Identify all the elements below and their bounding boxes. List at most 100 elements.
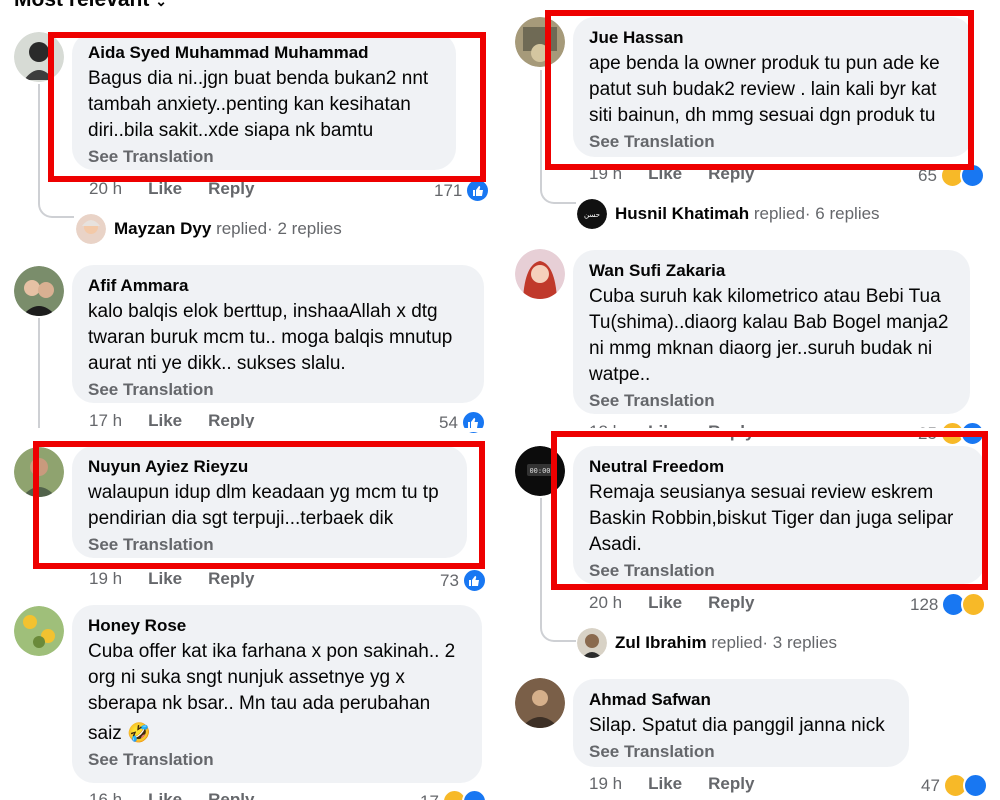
reaction-count: 47	[921, 775, 940, 795]
avatar[interactable]	[14, 606, 64, 656]
comment-text: ape benda la owner produk tu pun ade ke p…	[589, 51, 957, 129]
thread-line	[540, 70, 576, 204]
reaction-summary[interactable]: 128	[910, 592, 987, 617]
see-translation-link[interactable]: See Translation	[88, 534, 451, 556]
avatar[interactable]	[515, 249, 565, 299]
sort-label: Most relevant	[14, 0, 149, 11]
author-name[interactable]: Nuyun Ayiez Rieyzu	[88, 456, 451, 478]
like-reaction-icon	[461, 568, 487, 593]
comment-bubble: Neutral Freedom Remaja seusianya sesuai …	[573, 446, 985, 584]
see-translation-link[interactable]: See Translation	[88, 749, 466, 771]
avatar	[577, 628, 607, 658]
avatar[interactable]: 00:00	[515, 446, 565, 496]
reply-button[interactable]: Reply	[208, 179, 254, 198]
comment-time[interactable]: 20 h	[89, 179, 122, 198]
reply-author[interactable]: Mayzan Dyy	[114, 218, 211, 240]
sort-dropdown[interactable]: Most relevant ⌄	[14, 0, 167, 12]
comment-line: Tu(shima)..diaorg kalau Bab Bogel manja2	[589, 312, 949, 333]
comment-text: Cuba suruh kak kilometrico atau Bebi Tua…	[589, 284, 954, 388]
comment-actions: 19 h Like Reply	[589, 773, 780, 795]
comment-time[interactable]: 19 h	[589, 164, 622, 183]
author-name[interactable]: Wan Sufi Zakaria	[589, 260, 954, 282]
avatar[interactable]	[14, 32, 64, 82]
replies-summary[interactable]: حسن Husnil Khatimah replied · 6 replies	[577, 199, 880, 229]
chevron-down-icon: ⌄	[155, 0, 167, 9]
reaction-summary[interactable]: 17	[420, 789, 487, 800]
reply-button[interactable]: Reply	[708, 593, 754, 612]
reaction-count: 65	[918, 165, 937, 185]
avatar[interactable]	[14, 447, 64, 497]
replied-label: replied	[753, 204, 805, 223]
see-translation-link[interactable]: See Translation	[589, 741, 893, 763]
comment-time[interactable]: 19 h	[589, 774, 622, 793]
comment-actions: 19 h Like Reply	[589, 163, 780, 185]
left-comments-column: Most relevant ⌄ Aida Syed Muhammad Muham…	[0, 0, 497, 800]
avatar[interactable]	[515, 17, 565, 67]
reaction-count: 73	[440, 570, 459, 590]
see-translation-link[interactable]: See Translation	[589, 390, 954, 412]
svg-text:00:00: 00:00	[529, 467, 550, 475]
like-button[interactable]: Like	[648, 164, 682, 183]
reply-author[interactable]: Husnil Khatimah	[615, 203, 749, 225]
comment-line: watpe..	[589, 364, 651, 385]
comment-bubble: Ahmad Safwan Silap. Spatut dia panggil j…	[573, 679, 909, 767]
thread-line	[38, 318, 40, 428]
avatar[interactable]	[14, 266, 64, 316]
reaction-summary[interactable]: 65	[918, 163, 985, 188]
reaction-summary[interactable]: 47	[921, 773, 988, 798]
author-name[interactable]: Ahmad Safwan	[589, 689, 893, 711]
reaction-summary[interactable]: 73	[440, 568, 487, 593]
see-translation-link[interactable]: See Translation	[589, 131, 957, 153]
replies-summary[interactable]: Zul Ibrahim replied · 3 replies	[577, 628, 837, 658]
comment-line: Silap. Spatut dia panggil janna nick	[589, 715, 885, 736]
author-name[interactable]: Honey Rose	[88, 615, 466, 637]
reaction-summary[interactable]: 171	[434, 178, 491, 203]
reply-count: · 3 replies	[762, 633, 838, 652]
comment-time[interactable]: 19 h	[89, 569, 122, 588]
replied-label: replied	[216, 219, 268, 238]
comment-time[interactable]: 16 h	[89, 790, 122, 800]
author-name[interactable]: Aida Syed Muhammad Muhammad	[88, 42, 440, 64]
comment-bubble: Nuyun Ayiez Rieyzu walaupun idup dlm kea…	[72, 446, 467, 558]
reply-button[interactable]: Reply	[208, 790, 254, 800]
comment-bubble: Afif Ammara kalo balqis elok berttup, in…	[72, 265, 484, 403]
author-name[interactable]: Jue Hassan	[589, 27, 957, 49]
haha-reaction-icon	[961, 592, 987, 617]
reply-count: · 6 replies	[804, 204, 880, 223]
comment-line: tambah anxiety..penting kan kesihatan	[88, 94, 411, 115]
like-button[interactable]: Like	[648, 774, 682, 793]
avatar	[76, 214, 106, 244]
reaction-count: 128	[910, 594, 939, 614]
reaction-summary[interactable]: 25	[918, 421, 985, 446]
reply-button[interactable]: Reply	[208, 569, 254, 588]
reaction-count: 171	[434, 180, 463, 200]
reply-author[interactable]: Zul Ibrahim	[615, 632, 707, 654]
comment-line: ape benda la owner produk tu pun ade ke	[589, 53, 940, 74]
avatar[interactable]	[515, 678, 565, 728]
see-translation-link[interactable]: See Translation	[589, 560, 969, 582]
see-translation-link[interactable]: See Translation	[88, 379, 468, 401]
like-button[interactable]: Like	[148, 179, 182, 198]
comment-time[interactable]: 20 h	[589, 593, 622, 612]
comment-line: pendirian dia sgt terpuji...terbaek dik	[88, 508, 394, 529]
reply-button[interactable]: Reply	[708, 774, 754, 793]
comment-line: aurat nti ye dikk.. sukses slalu.	[88, 353, 346, 374]
comment-line: twaran buruk mcm tu.. moga balqis mnutup	[88, 327, 453, 348]
like-reaction-icon	[959, 421, 985, 446]
replies-summary[interactable]: Mayzan Dyy replied · 2 replies	[76, 214, 342, 244]
comment-actions: 18 hLikeReply	[589, 421, 780, 443]
comment-line: Bagus dia ni..jgn buat benda bukan2 nnt	[88, 68, 429, 89]
see-translation-link[interactable]: See Translation	[88, 146, 440, 168]
reply-button[interactable]: Reply	[708, 164, 754, 183]
author-name[interactable]: Neutral Freedom	[589, 456, 969, 478]
like-reaction-icon	[959, 163, 985, 188]
like-button[interactable]: Like	[148, 569, 182, 588]
like-button[interactable]: Like	[148, 790, 182, 800]
thread-line	[38, 84, 74, 218]
like-button[interactable]: Like	[648, 593, 682, 612]
author-name[interactable]: Afif Ammara	[88, 275, 468, 297]
reaction-count: 17	[420, 791, 439, 800]
comment-bubble: Honey Rose Cuba offer kat ika farhana x …	[72, 605, 482, 783]
comment-line: diri..bila sakit..xde siapa nk bamtu	[88, 120, 374, 141]
comment-line: siti bainun, dh mmg sesuai dgn produk tu	[589, 105, 936, 126]
